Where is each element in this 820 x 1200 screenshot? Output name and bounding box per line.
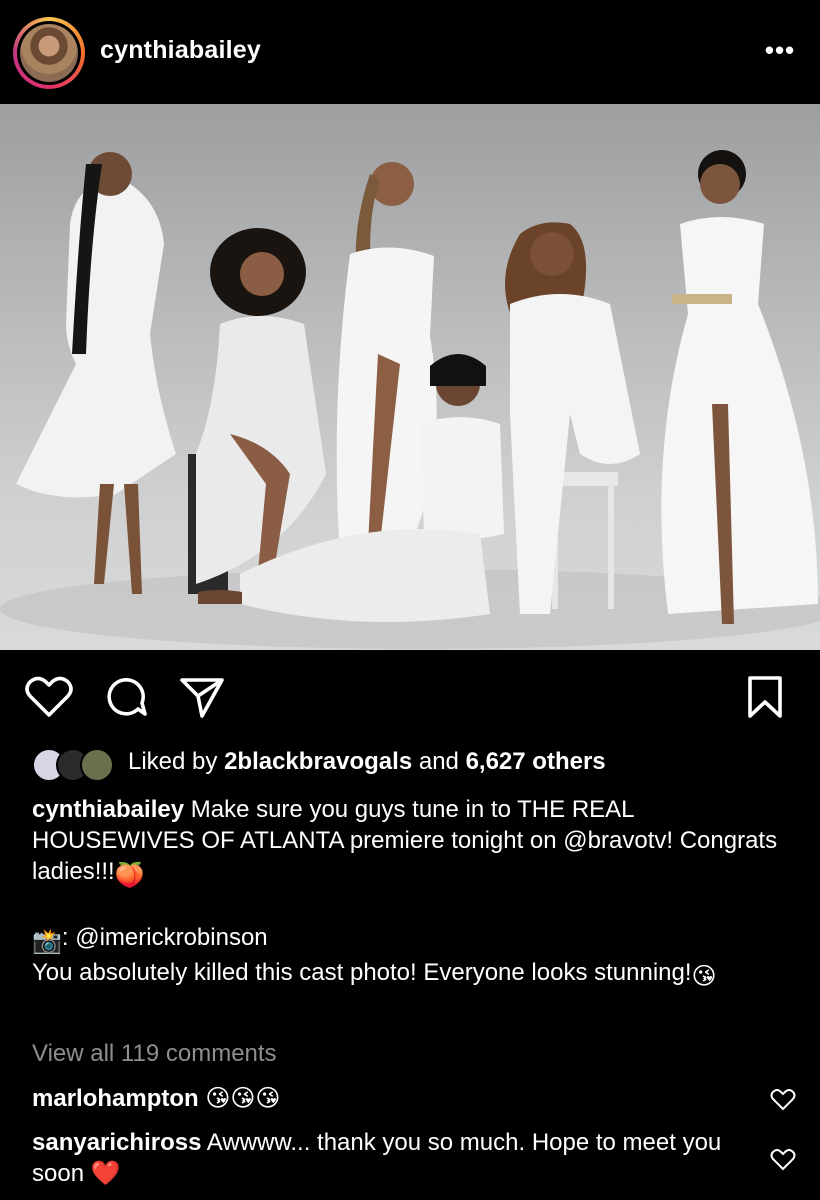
liker-avatar[interactable]: [80, 748, 114, 782]
heart-icon[interactable]: [770, 1148, 796, 1172]
liked-by-user[interactable]: 2blackbravogals: [224, 748, 412, 775]
likes-count[interactable]: 6,627 others: [466, 748, 606, 775]
comment-username[interactable]: sanyarichiross: [32, 1129, 201, 1156]
likes-and: and: [418, 748, 459, 775]
caption-main: cynthiabailey Make sure you guys tune in…: [32, 794, 802, 891]
view-all-comments[interactable]: View all 119 comments: [32, 1040, 277, 1068]
likes-text: Liked by 2blackbravogals and 6,627 other…: [128, 748, 606, 776]
comment-row: marlohampton 😘😘😘: [32, 1083, 752, 1114]
liked-by-label: Liked by: [128, 748, 218, 775]
caption-line2-text: You absolutely killed this cast photo! E…: [32, 959, 692, 986]
heart-icon[interactable]: [22, 668, 76, 728]
comment-text: 😘😘😘: [198, 1085, 281, 1112]
comment-username[interactable]: marlohampton: [32, 1085, 199, 1112]
camera-emoji: 📸: [32, 928, 62, 955]
kiss-emoji: 😘: [691, 963, 717, 990]
liker-avatars: [32, 746, 116, 782]
bookmark-icon[interactable]: [738, 668, 792, 728]
avatar[interactable]: [17, 21, 81, 85]
caption: cynthiabailey Make sure you guys tune in…: [32, 794, 802, 992]
send-icon[interactable]: [176, 668, 230, 728]
comment-icon[interactable]: [98, 668, 152, 728]
credit-text[interactable]: : @imerickrobinson: [62, 924, 268, 951]
story-ring[interactable]: [13, 17, 85, 89]
group-photo-image: [0, 150, 820, 649]
peach-emoji: 🍑: [114, 862, 145, 889]
post-username[interactable]: cynthiabailey: [100, 36, 261, 65]
more-options-icon[interactable]: •••: [760, 37, 800, 68]
caption-credit: 📸: @imerickrobinson: [32, 922, 802, 957]
comment-row: sanyarichiross Awwww... thank you so muc…: [32, 1127, 752, 1189]
post-photo[interactable]: [0, 104, 820, 650]
post-header: cynthiabailey •••: [0, 0, 820, 104]
profile-avatar-icon: [20, 24, 78, 82]
caption-line2: You absolutely killed this cast photo! E…: [32, 957, 802, 992]
caption-username[interactable]: cynthiabailey: [32, 796, 184, 823]
action-bar: [0, 668, 820, 728]
heart-icon[interactable]: [770, 1088, 796, 1112]
